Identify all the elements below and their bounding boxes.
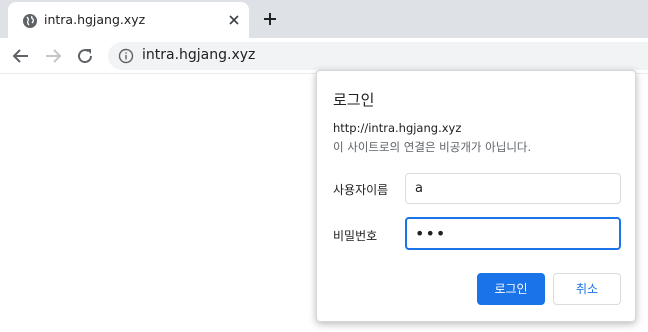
arrow-left-icon[interactable] — [11, 46, 31, 66]
arrow-right-icon[interactable] — [43, 46, 63, 66]
reload-icon[interactable] — [75, 46, 95, 66]
url-text[interactable]: intra.hgjang.xyz — [142, 47, 255, 63]
dialog-origin: http://intra.hgjang.xyz — [333, 121, 462, 135]
plus-icon[interactable] — [262, 11, 278, 27]
username-field[interactable]: a — [405, 173, 621, 204]
username-label: 사용자이름 — [333, 183, 389, 197]
info-icon[interactable] — [118, 48, 134, 64]
cancel-button[interactable]: 취소 — [553, 273, 621, 305]
address-bar[interactable]: intra.hgjang.xyz — [108, 42, 648, 70]
browser-tab[interactable]: intra.hgjang.xyz — [8, 2, 249, 38]
tab-title: intra.hgjang.xyz — [44, 12, 146, 27]
globe-icon — [23, 14, 37, 28]
login-button[interactable]: 로그인 — [477, 273, 545, 305]
toolbar: intra.hgjang.xyz — [0, 38, 648, 74]
login-dialog: 로그인 http://intra.hgjang.xyz 이 사이트로의 연결은 … — [316, 70, 636, 322]
tab-strip: intra.hgjang.xyz — [0, 0, 648, 38]
password-label: 비밀번호 — [333, 229, 378, 243]
dialog-title: 로그인 — [333, 91, 375, 109]
password-field[interactable]: ••• — [405, 217, 621, 250]
connection-warning: 이 사이트로의 연결은 비공개가 아닙니다. — [333, 140, 532, 154]
close-icon[interactable] — [227, 13, 241, 27]
